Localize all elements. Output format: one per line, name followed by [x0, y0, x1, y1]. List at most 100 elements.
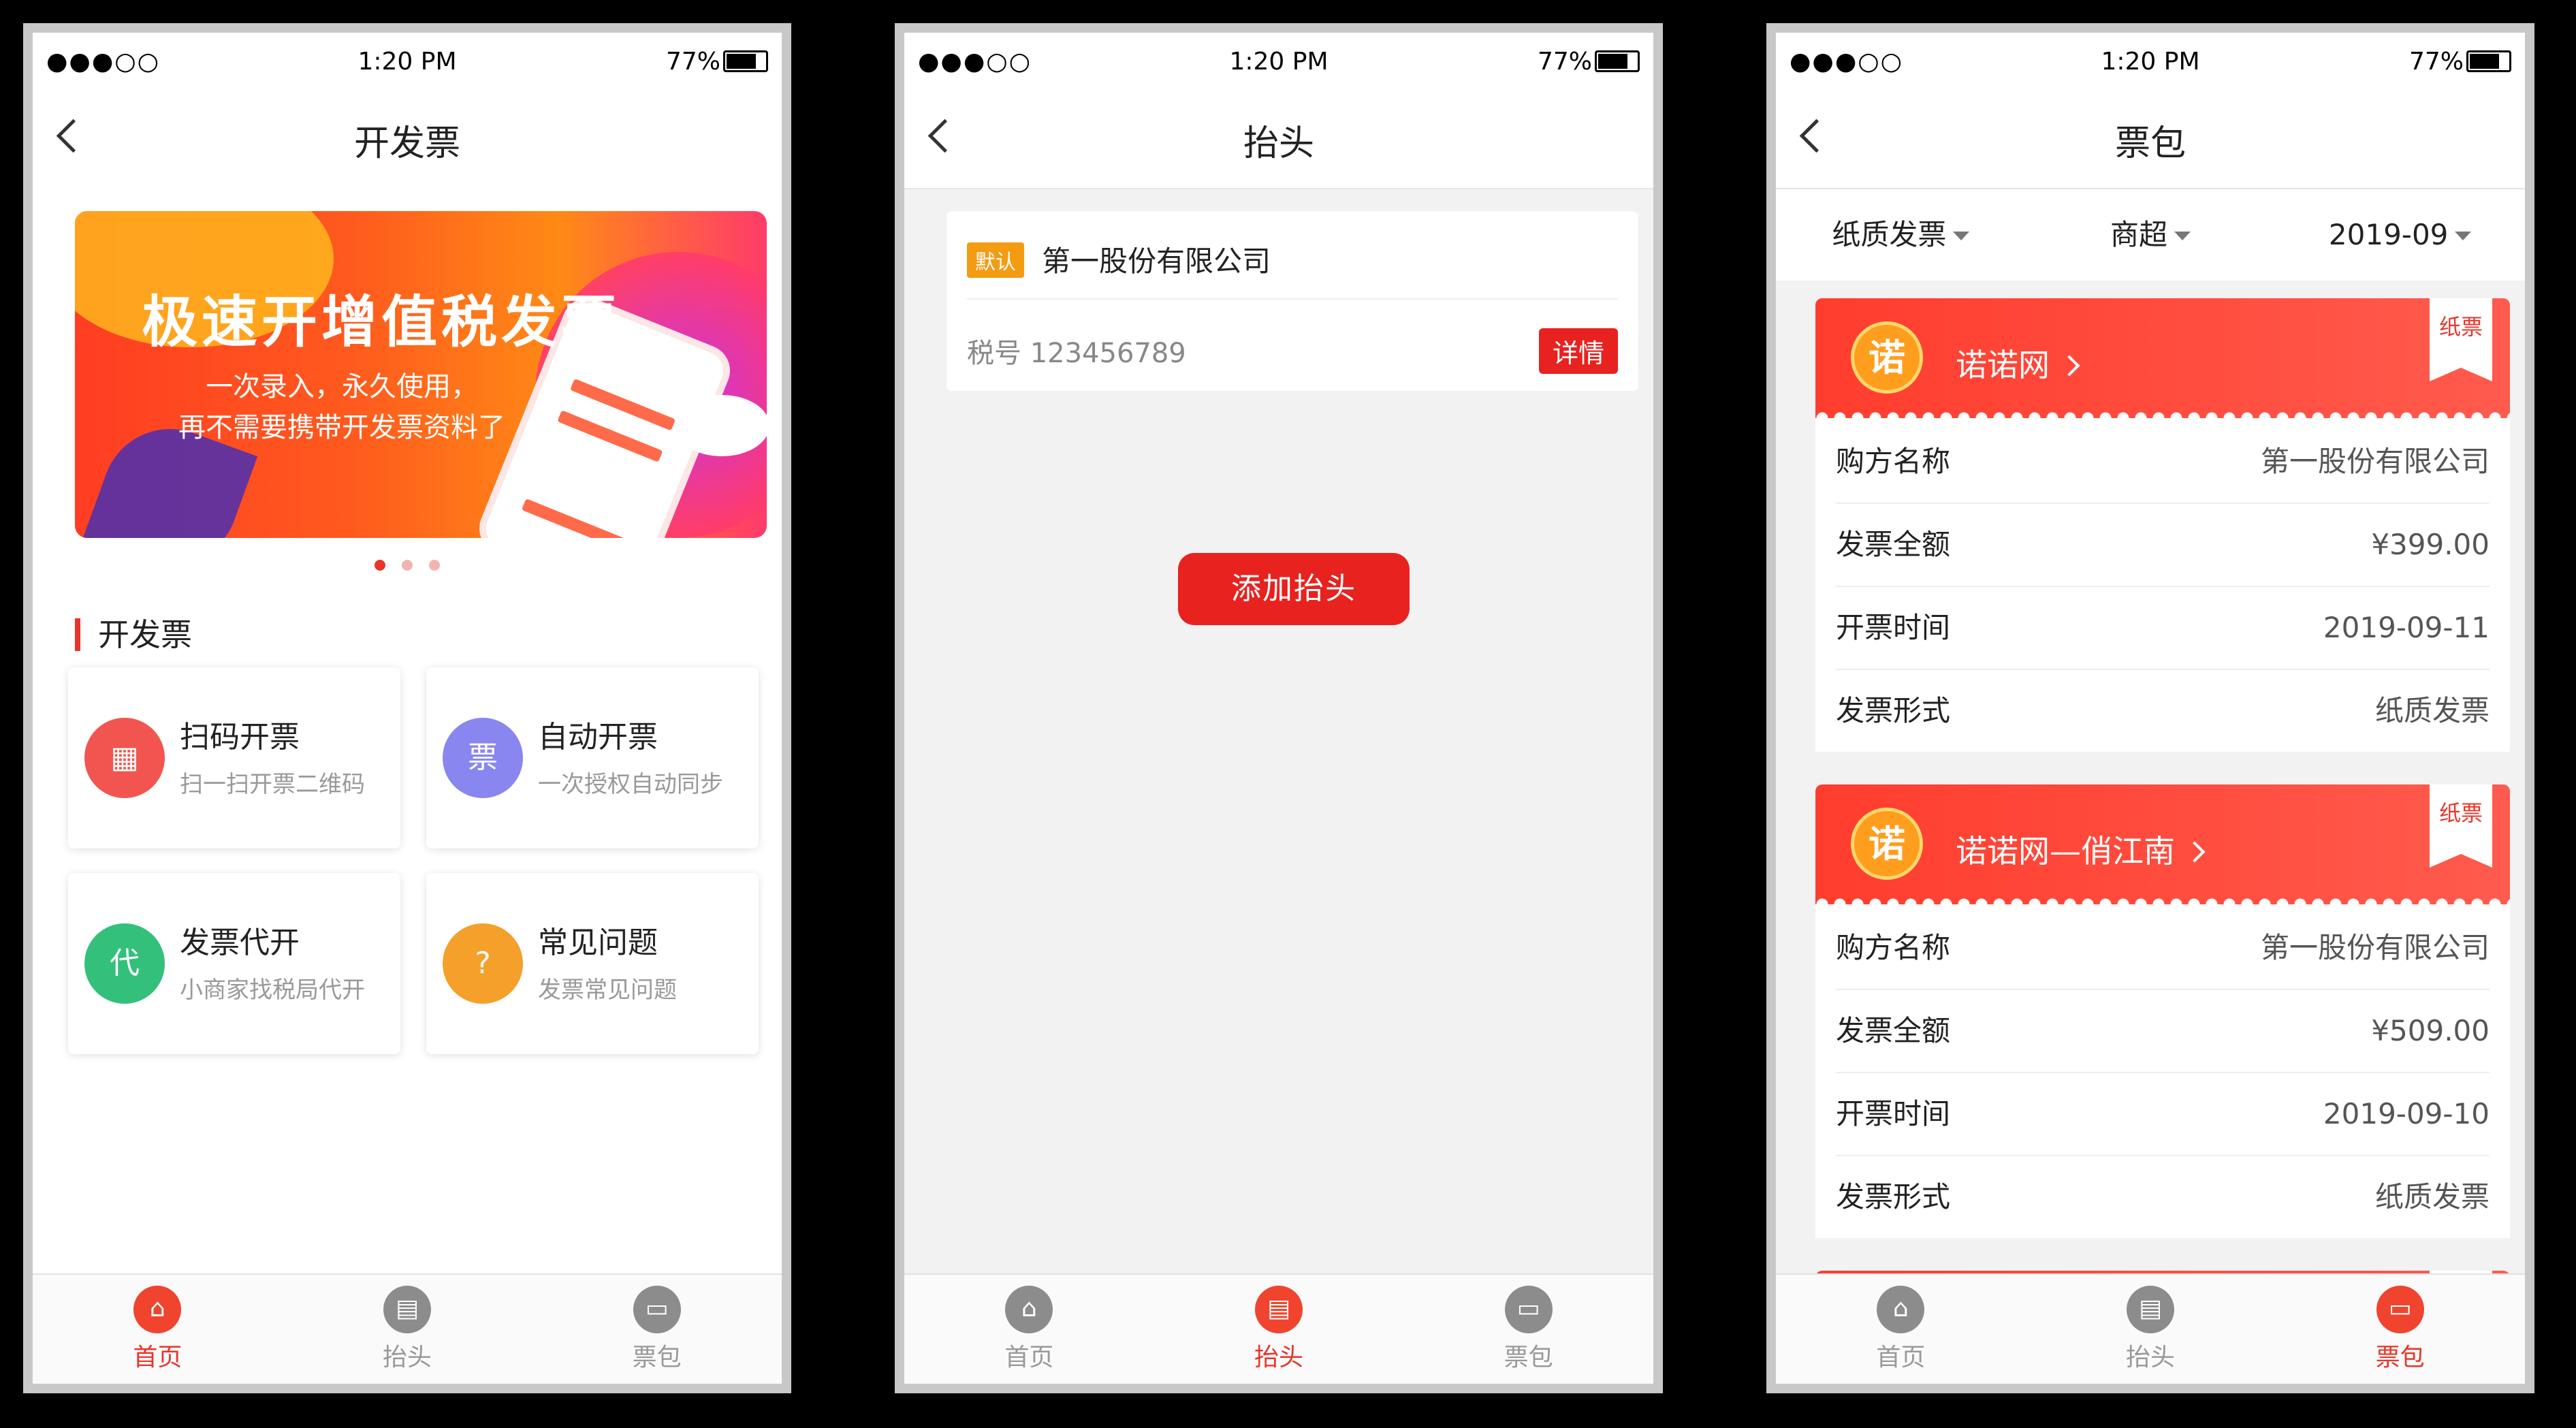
card-title: 发票代开 [180, 925, 300, 960]
battery-percent: 77% [1537, 48, 1592, 76]
filter-month[interactable]: 2019-09 [2275, 189, 2525, 281]
ticket-row: 发票形式 纸质发票 [1836, 694, 2490, 727]
ticket-row: 购方名称 第一股份有限公司 [1836, 421, 2490, 504]
ticket-row: 开票时间 2019-09-10 [1836, 1073, 2490, 1156]
home-icon: ⌂ [133, 1286, 182, 1333]
scan-invoice-card[interactable]: ▦ 扫码开票 扫一扫开票二维码 [68, 667, 400, 848]
filter-bar: 纸质发票 商超 2019-09 [1776, 189, 2525, 281]
tab-wallet[interactable]: ▭ 票包 [2275, 1275, 2525, 1384]
battery-indicator: 77% [666, 48, 768, 76]
ticket-row: 购方名称 第一股份有限公司 [1836, 907, 2490, 990]
carousel-dot-active[interactable] [375, 560, 385, 571]
merchant-logo: 诺 [1851, 321, 1923, 394]
battery-percent: 77% [665, 48, 720, 76]
card-subtitle: 扫一扫开票二维码 [180, 771, 365, 798]
screen-invoice-header: ●●●○○ 1:20 PM 77% 抬头 默认 第一股份有限公司 税号 1234… [904, 33, 1653, 1384]
invoice-ticket[interactable]: 诺 诺诺网 纸票 购方名称 第一股份有限公司 发票全额 ¥399.00 开票时间 20… [1815, 298, 2510, 752]
filter-invoice-type[interactable]: 纸质发票 [1776, 189, 2026, 281]
nav-bar: 抬头 [904, 90, 1653, 189]
battery-icon [1595, 50, 1640, 72]
auto-invoice-card[interactable]: 票 自动开票 一次授权自动同步 [426, 667, 759, 848]
phone-frame-ticket-wallet: ●●●○○ 1:20 PM 77% 票包 纸质发票 商超 2019-09 诺 诺… [1766, 23, 2534, 1393]
home-icon: ⌂ [1877, 1286, 1925, 1333]
carousel-dot[interactable] [429, 560, 440, 571]
banner-headline: 极速开增值税发票 [142, 290, 622, 355]
header-icon: ▤ [383, 1286, 431, 1333]
tab-header[interactable]: ▤ 抬头 [2026, 1275, 2276, 1384]
ticket-sync-icon: 票 [443, 718, 523, 798]
home-icon: ⌂ [1005, 1286, 1053, 1333]
tab-bar: ⌂ 首页 ▤ 抬头 ▭ 票包 [904, 1273, 1653, 1384]
tab-home[interactable]: ⌂ 首页 [33, 1275, 283, 1384]
battery-indicator: 77% [1538, 48, 1640, 76]
screen-issue-invoice: ●●●○○ 1:20 PM 77% 开发票 极速开增值税发票 一次录入，永久使用… [33, 33, 782, 1384]
question-icon: ? [443, 923, 523, 1004]
merchant-name[interactable]: 诺诺网 [1956, 340, 2080, 385]
nav-bar: 票包 [1776, 90, 2525, 189]
tab-header[interactable]: ▤ 抬头 [1154, 1275, 1404, 1384]
carousel-dots[interactable] [33, 560, 782, 573]
tab-home[interactable]: ⌂ 首页 [904, 1275, 1154, 1384]
status-bar: ●●●○○ 1:20 PM 77% [1776, 33, 2525, 90]
card-title: 扫码开票 [180, 720, 300, 755]
faq-card[interactable]: ? 常见问题 发票常见问题 [426, 873, 759, 1054]
caret-down-icon [2455, 232, 2472, 240]
invoice-header-card[interactable]: 默认 第一股份有限公司 税号 123456789 详情 [947, 211, 1638, 391]
section-title: 开发票 [75, 618, 192, 651]
status-bar: ●●●○○ 1:20 PM 77% [33, 33, 782, 90]
agent-invoice-card[interactable]: 代 发票代开 小商家找税局代开 [68, 873, 400, 1054]
card-subtitle: 小商家找税局代开 [180, 977, 365, 1004]
status-bar: ●●●○○ 1:20 PM 77% [904, 33, 1653, 90]
battery-percent: 77% [2408, 48, 2464, 76]
battery-icon [2466, 50, 2511, 72]
ticket-body: 购方名称 第一股份有限公司 发票全额 ¥399.00 开票时间 2019-09-11 … [1815, 418, 2510, 752]
bubble-illustration [674, 395, 767, 456]
invoice-agent-icon: 代 [84, 923, 165, 1004]
filter-category[interactable]: 商超 [2026, 189, 2276, 281]
ticket-row: 发票形式 纸质发票 [1836, 1180, 2490, 1213]
card-subtitle: 发票常见问题 [538, 977, 677, 1004]
caret-down-icon [2174, 232, 2191, 240]
tab-bar: ⌂ 首页 ▤ 抬头 ▭ 票包 [33, 1273, 782, 1384]
add-header-button[interactable]: 添加抬头 [1178, 553, 1410, 625]
page-title: 票包 [2114, 123, 2186, 164]
page-title: 抬头 [1243, 123, 1314, 164]
screen-ticket-wallet: ●●●○○ 1:20 PM 77% 票包 纸质发票 商超 2019-09 诺 诺… [1776, 33, 2525, 1384]
ticket-header: 诺 诺诺网—俏江南 纸票 [1815, 784, 2510, 911]
merchant-name[interactable]: 诺诺网—俏江南 [1956, 827, 2206, 872]
ticket-row: 开票时间 2019-09-11 [1836, 587, 2490, 670]
phone-frame-issue-invoice: ●●●○○ 1:20 PM 77% 开发票 极速开增值税发票 一次录入，永久使用… [23, 23, 791, 1393]
company-name: 第一股份有限公司 [1042, 244, 1271, 278]
header-icon: ▤ [2127, 1286, 2174, 1333]
default-badge: 默认 [967, 242, 1024, 278]
nav-bar: 开发票 [33, 90, 782, 189]
wallet-icon: ▭ [633, 1286, 681, 1333]
card-title: 常见问题 [538, 925, 658, 960]
phone-frame-invoice-header: ●●●○○ 1:20 PM 77% 抬头 默认 第一股份有限公司 税号 1234… [895, 23, 1663, 1393]
invoice-ticket[interactable]: 诺 诺诺网—俏江南 纸票 购方名称 第一股份有限公司 发票全额 ¥509.00 开票… [1815, 784, 2510, 1238]
qrcode-icon: ▦ [84, 718, 165, 798]
tab-wallet[interactable]: ▭ 票包 [1403, 1275, 1653, 1384]
tab-home[interactable]: ⌂ 首页 [1776, 1275, 2026, 1384]
ticket-row: 发票全额 ¥399.00 [1836, 504, 2490, 587]
paper-ticket-tag: 纸票 [2430, 298, 2492, 381]
banner-subtitle: 一次录入，永久使用， 再不需要携带开发票资料了 [178, 371, 505, 443]
ticket-row: 发票全额 ¥509.00 [1836, 990, 2490, 1073]
carousel-dot[interactable] [402, 560, 413, 571]
chevron-right-icon [2184, 841, 2206, 863]
battery-icon [723, 50, 768, 72]
promo-banner[interactable]: 极速开增值税发票 一次录入，永久使用， 再不需要携带开发票资料了 [75, 211, 767, 538]
tab-bar: ⌂ 首页 ▤ 抬头 ▭ 票包 [1776, 1273, 2525, 1384]
chevron-right-icon [2058, 355, 2080, 377]
tab-wallet[interactable]: ▭ 票包 [532, 1275, 782, 1384]
paper-ticket-tag: 纸票 [2430, 784, 2492, 868]
ticket-header: 诺 诺诺网 纸票 [1815, 298, 2510, 425]
tab-header[interactable]: ▤ 抬头 [283, 1275, 532, 1384]
tax-number: 税号 123456789 [967, 338, 1186, 369]
detail-button[interactable]: 详情 [1538, 328, 1618, 374]
ticket-body: 购方名称 第一股份有限公司 发票全额 ¥509.00 开票时间 2019-09-10 … [1815, 904, 2510, 1238]
page-title: 开发票 [353, 123, 460, 164]
wallet-icon: ▭ [2376, 1286, 2424, 1333]
merchant-logo: 诺 [1851, 808, 1923, 880]
card-subtitle: 一次授权自动同步 [538, 771, 723, 798]
